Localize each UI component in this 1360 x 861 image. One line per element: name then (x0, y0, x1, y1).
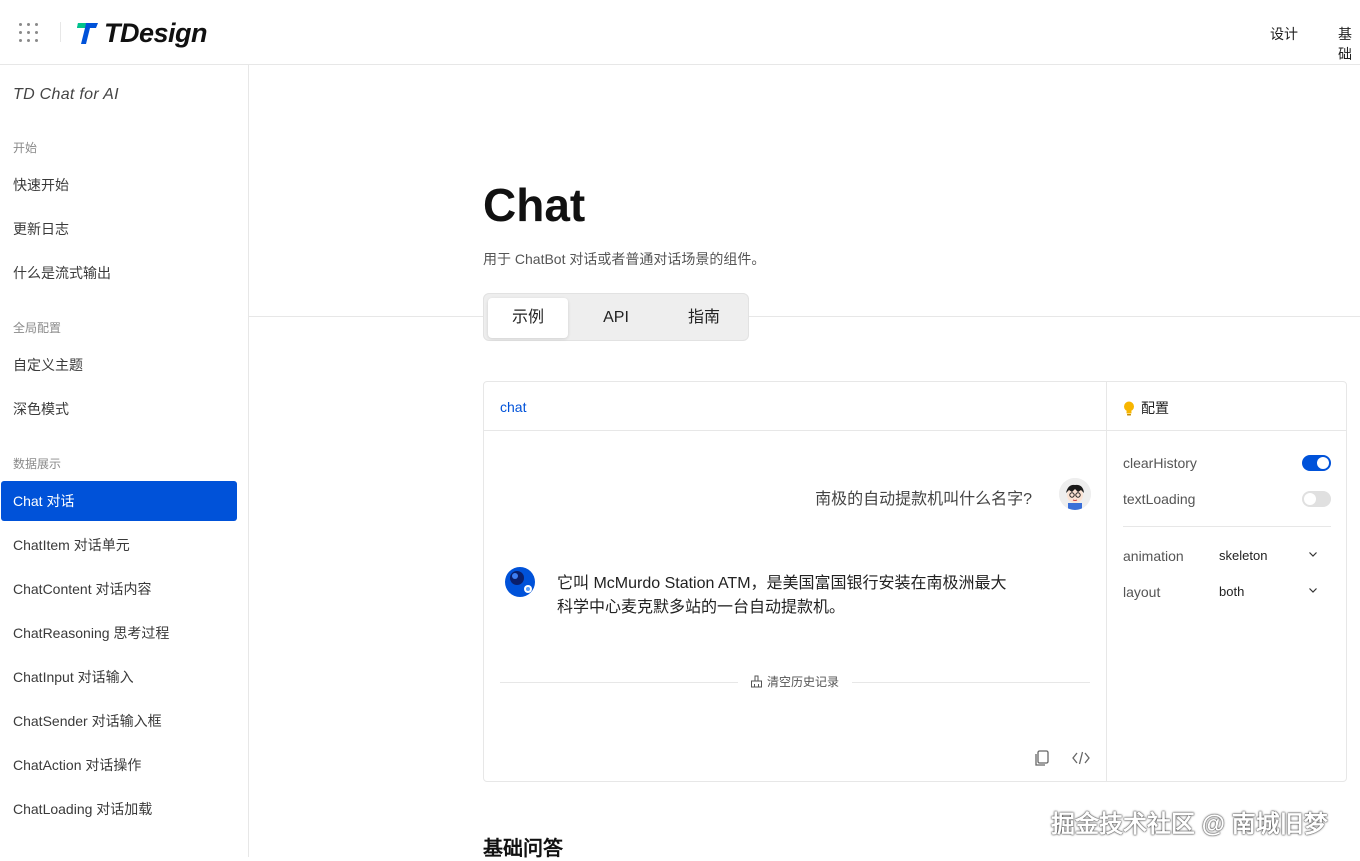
broom-icon (751, 675, 762, 688)
tab-api[interactable]: API (576, 298, 656, 338)
layout-select-value: both (1219, 584, 1245, 599)
sidebar-item-changelog[interactable]: 更新日志 (1, 209, 237, 249)
sidebar-group-data-display: 数据展示 (13, 457, 62, 471)
watermark: 掘金技术社区 @ 南城旧梦 (1051, 811, 1328, 838)
animation-select-value: skeleton (1219, 548, 1268, 563)
clear-history-button[interactable]: 清空历史记录 (750, 673, 839, 690)
toggle-knob (1317, 457, 1329, 469)
clear-history-label: 清空历史记录 (767, 675, 840, 689)
sidebar-group-start: 开始 (13, 141, 38, 155)
user-avatar (1059, 478, 1091, 510)
sidebar-item-chatsender[interactable]: ChatSender 对话输入框 (1, 701, 237, 741)
nav-design[interactable]: 设计 (1270, 24, 1298, 44)
clear-divider-left (500, 682, 738, 683)
demo-tab-chat[interactable]: chat (500, 399, 526, 415)
sidebar-item-chatreasoning[interactable]: ChatReasoning 思考过程 (1, 613, 237, 653)
demo-card: chat 配置 南极的自动提款机叫什么名字? 它叫 McMurdo Statio… (483, 381, 1347, 782)
clear-divider-right (852, 682, 1090, 683)
apps-grid-icon[interactable] (19, 23, 39, 43)
config-layout-label: layout (1123, 584, 1161, 600)
config-divider (1123, 526, 1331, 527)
header-divider (60, 22, 61, 42)
logo-text: TDesign (104, 17, 208, 48)
sidebar-group-global-config: 全局配置 (13, 321, 62, 335)
sidebar-item-custom-theme[interactable]: 自定义主题 (1, 345, 237, 385)
animation-select[interactable]: skeleton (1219, 545, 1323, 567)
sidebar-item-chatloading[interactable]: ChatLoading 对话加载 (1, 789, 237, 829)
sidebar-item-dark-mode[interactable]: 深色模式 (1, 389, 237, 429)
code-icon[interactable] (1071, 748, 1091, 768)
page-title: Chat (483, 179, 586, 231)
bot-message-line-1: 它叫 McMurdo Station ATM，是美国富国银行安装在南极洲最大 (557, 575, 1007, 592)
doc-tabs: 示例 API 指南 (483, 293, 749, 341)
lightbulb-icon (1124, 401, 1134, 415)
nav-basics[interactable]: 基础 (1338, 24, 1360, 64)
textloading-toggle[interactable] (1302, 491, 1331, 507)
tdesign-logo[interactable]: TDesign (76, 16, 208, 50)
config-title: 配置 (1141, 400, 1169, 416)
tab-guide[interactable]: 指南 (664, 298, 744, 338)
config-textloading-label: textLoading (1123, 491, 1196, 507)
config-clearhistory-label: clearHistory (1123, 455, 1197, 471)
copy-icon[interactable] (1032, 748, 1052, 768)
sidebar-item-streaming[interactable]: 什么是流式输出 (1, 253, 237, 293)
sidebar-title: TD Chat for AI (13, 86, 119, 103)
layout-select[interactable]: both (1219, 581, 1323, 603)
user-message: 南极的自动提款机叫什么名字? (815, 491, 1032, 508)
sidebar-item-chatitem[interactable]: ChatItem 对话单元 (1, 525, 237, 565)
sidebar-item-quick-start[interactable]: 快速开始 (1, 165, 237, 205)
chevron-down-icon (1309, 552, 1317, 557)
top-header: TDesign 设计 基础 (0, 0, 1360, 65)
sidebar-item-chataction[interactable]: ChatAction 对话操作 (1, 745, 237, 785)
bot-message: 它叫 McMurdo Station ATM，是美国富国银行安装在南极洲最大 科… (557, 572, 1027, 620)
sidebar: TD Chat for AI 开始 快速开始 更新日志 什么是流式输出 全局配置… (0, 65, 249, 857)
card-divider-horizontal (484, 430, 1346, 431)
clear-history-row: 清空历史记录 (500, 672, 1090, 692)
config-animation-label: animation (1123, 548, 1184, 564)
toggle-knob (1304, 493, 1316, 505)
config-header: 配置 (1123, 398, 1169, 418)
user-avatar-icon (1059, 478, 1091, 510)
page-description: 用于 ChatBot 对话或者普通对话场景的组件。 (483, 251, 766, 267)
tab-examples[interactable]: 示例 (488, 298, 568, 338)
hero-divider (249, 316, 1360, 317)
sidebar-item-chatcontent[interactable]: ChatContent 对话内容 (1, 569, 237, 609)
chevron-down-icon (1309, 588, 1317, 593)
clearhistory-toggle[interactable] (1302, 455, 1331, 471)
sidebar-item-chat[interactable]: Chat 对话 (1, 481, 237, 521)
bot-message-line-2: 科学中心麦克默多站的一台自动提款机。 (557, 599, 846, 616)
tdesign-logo-icon (77, 23, 98, 44)
sidebar-item-chatinput[interactable]: ChatInput 对话输入 (1, 657, 237, 697)
bot-avatar-icon (505, 567, 535, 597)
card-divider-vertical (1106, 382, 1107, 781)
